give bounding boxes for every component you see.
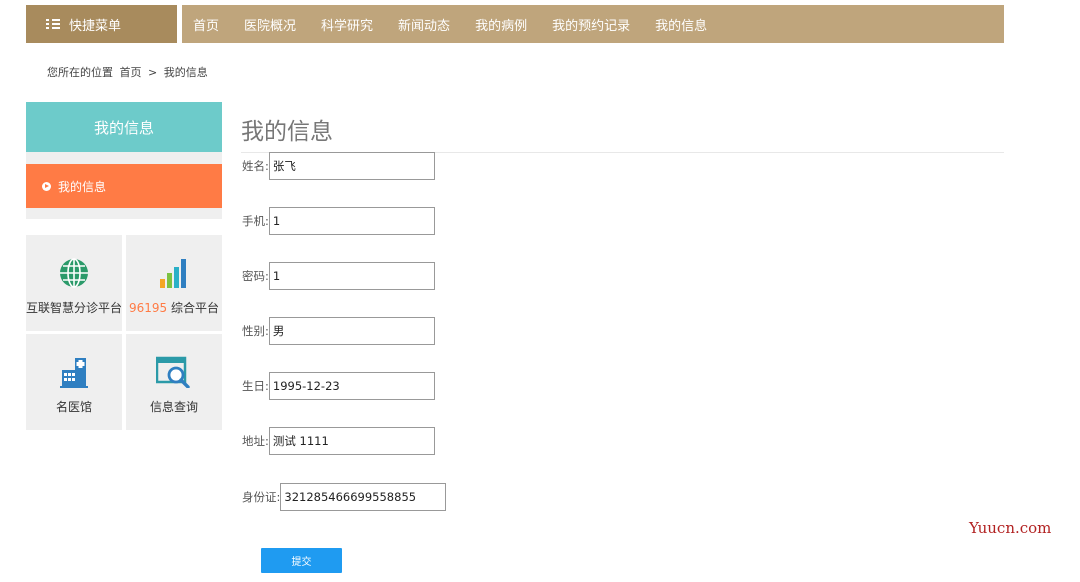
tile-label: 96195 综合平台 — [129, 299, 219, 316]
nav-item-home[interactable]: 首页 — [184, 15, 228, 34]
form-row-name: 姓名: 张飞 — [242, 152, 435, 180]
tile-label: 互联智慧分诊平台 — [26, 301, 123, 315]
form-row-phone: 手机: 1 — [242, 207, 435, 235]
form-row-gender: 性别: 男 — [242, 317, 435, 345]
sidebar-header: 我的信息 — [26, 102, 222, 152]
tile-famous-doctors[interactable]: 名医馆 — [26, 334, 122, 430]
search-window-icon — [156, 356, 190, 388]
breadcrumb-current: 我的信息 — [163, 66, 208, 79]
nav-item-my-appointments[interactable]: 我的预约记录 — [543, 15, 639, 34]
nav-item-hospital-overview[interactable]: 医院概况 — [235, 15, 305, 34]
breadcrumb: 您所在的位置 首页 > 我的信息 — [47, 64, 211, 80]
gender-field[interactable]: 男 — [268, 317, 435, 345]
nav-item-research[interactable]: 科学研究 — [312, 15, 382, 34]
main-nav: 首页 医院概况 科学研究 新闻动态 我的病例 我的预约记录 我的信息 — [184, 5, 716, 43]
password-label: 密码: — [242, 269, 269, 283]
globe-icon — [60, 258, 88, 288]
bar-chart-icon — [160, 259, 186, 288]
form-row-birthday: 生日: 1995-12-23 — [242, 372, 435, 400]
phone-label: 手机: — [242, 214, 269, 228]
chevron-right-icon — [42, 181, 51, 191]
id-card-label: 身份证: — [242, 490, 281, 504]
tile-label: 信息查询 — [149, 400, 198, 414]
phone-field[interactable]: 1 — [268, 207, 435, 235]
form-row-id-card: 身份证: 321285466699558855 — [242, 483, 447, 511]
sidebar-item-my-info[interactable]: 我的信息 — [26, 164, 222, 208]
page-title: 我的信息 — [241, 119, 333, 145]
tile-label-rest: 综合平台 — [167, 301, 219, 315]
submit-button[interactable]: 提交 — [261, 548, 342, 573]
breadcrumb-prefix: 您所在的位置 — [47, 66, 113, 79]
tile-smart-triage-platform[interactable]: 互联智慧分诊平台 — [26, 235, 122, 331]
form-row-address: 地址: 测试 1111 — [242, 427, 435, 455]
quick-menu-label: 快捷菜单 — [69, 18, 122, 34]
address-field[interactable]: 测试 1111 — [268, 427, 435, 455]
birthday-field[interactable]: 1995-12-23 — [268, 372, 435, 400]
password-field[interactable]: 1 — [268, 262, 435, 290]
id-card-field[interactable]: 321285466699558855 — [280, 483, 447, 511]
nav-divider — [177, 5, 182, 43]
nav-item-my-info[interactable]: 我的信息 — [646, 15, 716, 34]
nav-item-news[interactable]: 新闻动态 — [389, 15, 459, 34]
tile-96195-platform[interactable]: 96195 综合平台 — [126, 235, 222, 331]
hospital-building-icon — [60, 358, 88, 388]
tile-label: 名医馆 — [55, 400, 92, 414]
quick-menu-button[interactable]: 快捷菜单 — [26, 5, 177, 43]
birthday-label: 生日: — [242, 379, 269, 393]
address-label: 地址: — [242, 434, 269, 448]
watermark: Yuucn.com — [969, 519, 1052, 537]
name-field[interactable]: 张飞 — [268, 152, 435, 180]
list-menu-icon — [46, 18, 60, 30]
breadcrumb-separator: > — [148, 66, 158, 79]
breadcrumb-home-link[interactable]: 首页 — [120, 66, 142, 79]
tile-info-query[interactable]: 信息查询 — [126, 334, 222, 430]
top-nav-bar: 快捷菜单 首页 医院概况 科学研究 新闻动态 我的病例 我的预约记录 我的信息 — [26, 5, 1004, 43]
gender-label: 性别: — [242, 324, 269, 338]
sidebar-item-label: 我的信息 — [58, 179, 107, 194]
form-row-password: 密码: 1 — [242, 262, 435, 290]
name-label: 姓名: — [242, 159, 269, 173]
nav-item-my-cases[interactable]: 我的病例 — [466, 15, 536, 34]
tile-label-highlight: 96195 — [128, 301, 168, 315]
